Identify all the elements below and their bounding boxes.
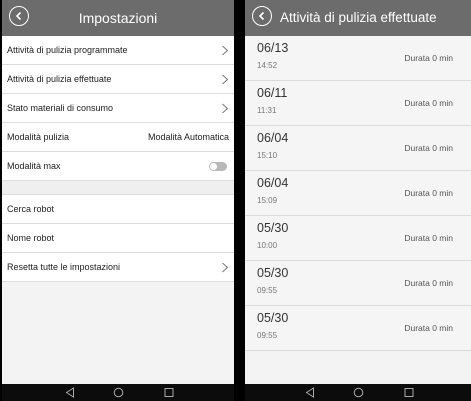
nav-recent-icon[interactable] xyxy=(164,387,174,398)
nav-recent-icon[interactable] xyxy=(404,387,414,398)
list-item[interactable]: 06/04 15:09 Durata 0 min xyxy=(245,171,471,216)
page-title: Impostazioni xyxy=(78,10,158,26)
record-time: 15:09 xyxy=(257,196,278,205)
menu-item-scheduled-cleaning[interactable]: Attività di pulizia programmate xyxy=(2,36,234,65)
record-time: 10:00 xyxy=(257,241,278,250)
chevron-right-icon xyxy=(222,103,229,114)
record-duration: Durata 0 min xyxy=(404,278,453,288)
max-mode-toggle[interactable] xyxy=(209,162,227,171)
record-date: 06/04 xyxy=(257,131,289,145)
chevron-right-icon xyxy=(222,74,229,85)
menu-item-consumables-status[interactable]: Stato materiali di consumo xyxy=(2,94,234,123)
list-item[interactable]: 05/30 09:55 Durata 0 min xyxy=(245,261,471,306)
menu-item-label: Modalità max xyxy=(7,161,61,171)
nav-back-icon[interactable] xyxy=(305,387,315,398)
cleaning-records-list: 06/13 14:52 Durata 0 min 06/11 11:31 Dur… xyxy=(245,36,471,351)
record-duration: Durata 0 min xyxy=(404,233,453,243)
menu-item-label: Cerca robot xyxy=(7,204,55,214)
nav-home-icon[interactable] xyxy=(353,387,364,398)
record-date: 05/30 xyxy=(257,221,289,235)
menu-item-label: Attività di pulizia programmate xyxy=(7,45,128,55)
record-date: 06/13 xyxy=(257,41,289,55)
history-header: Attività di pulizia effettuate xyxy=(245,0,471,36)
page-title: Attività di pulizia effettuate xyxy=(280,10,437,25)
settings-screen: Impostazioni Attività di pulizia program… xyxy=(2,0,234,401)
menu-item-find-robot[interactable]: Cerca robot xyxy=(2,195,234,224)
section-divider xyxy=(2,181,234,195)
record-duration: Durata 0 min xyxy=(404,143,453,153)
menu-item-label: Stato materiali di consumo xyxy=(7,103,114,113)
menu-item-label: Nome robot xyxy=(7,233,55,243)
list-item[interactable]: 06/11 11:31 Durata 0 min xyxy=(245,81,471,126)
system-nav-bar xyxy=(2,384,234,401)
cleaning-history-screen: Attività di pulizia effettuate 06/13 14:… xyxy=(245,0,471,401)
menu-item-cleaning-mode[interactable]: Modalità pulizia Modalità Automatica xyxy=(2,123,234,152)
nav-home-icon[interactable] xyxy=(113,387,124,398)
chevron-right-icon xyxy=(222,45,229,56)
menu-item-robot-name[interactable]: Nome robot xyxy=(2,224,234,253)
system-nav-bar xyxy=(245,384,471,401)
cleaning-mode-value: Modalità Automatica xyxy=(147,132,229,142)
list-item[interactable]: 05/30 10:00 Durata 0 min xyxy=(245,216,471,261)
nav-back-icon[interactable] xyxy=(65,387,75,398)
list-item[interactable]: 06/13 14:52 Durata 0 min xyxy=(245,36,471,81)
record-duration: Durata 0 min xyxy=(404,323,453,333)
list-item[interactable]: 06/04 15:10 Durata 0 min xyxy=(245,126,471,171)
back-button[interactable] xyxy=(252,6,272,26)
record-time: 15:10 xyxy=(257,151,278,160)
record-time: 11:31 xyxy=(257,106,277,115)
menu-item-max-mode: Modalità max xyxy=(2,152,234,181)
list-item[interactable]: 05/30 09:55 Durata 0 min xyxy=(245,306,471,351)
chevron-right-icon xyxy=(222,262,229,273)
back-arrow-icon xyxy=(258,11,265,21)
record-time: 09:55 xyxy=(257,286,278,295)
record-time: 09:55 xyxy=(257,331,278,340)
record-date: 06/04 xyxy=(257,176,289,190)
record-duration: Durata 0 min xyxy=(404,188,453,198)
menu-item-label: Resetta tutte le impostazioni xyxy=(7,262,121,272)
settings-header: Impostazioni xyxy=(2,0,234,36)
record-duration: Durata 0 min xyxy=(404,98,453,108)
record-date: 05/30 xyxy=(257,311,289,325)
menu-item-label: Modalità pulizia xyxy=(7,132,70,142)
record-duration: Durata 0 min xyxy=(404,53,453,63)
menu-item-label: Attività di pulizia effettuate xyxy=(7,74,112,84)
menu-item-reset-settings[interactable]: Resetta tutte le impostazioni xyxy=(2,253,234,282)
settings-list: Attività di pulizia programmate Attività… xyxy=(2,36,234,282)
record-time: 14:52 xyxy=(257,61,278,70)
record-date: 05/30 xyxy=(257,266,289,280)
menu-item-completed-cleaning[interactable]: Attività di pulizia effettuate xyxy=(2,65,234,94)
record-date: 06/11 xyxy=(257,86,288,100)
